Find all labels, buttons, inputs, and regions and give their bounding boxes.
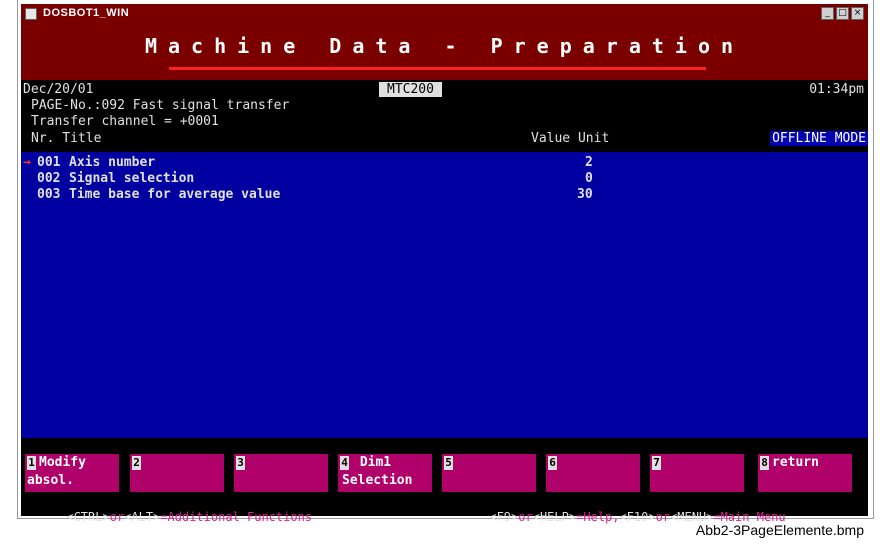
alt-key: <ALT>	[124, 510, 161, 524]
row-nr: 001	[37, 155, 61, 170]
fkey-number: 7	[652, 456, 661, 470]
fkey-number: 2	[132, 456, 141, 470]
info-panel: Dec/20/01 MTC200 01:34pm PAGE-No.:092 Fa…	[21, 80, 868, 152]
column-value-unit: Value Unit	[531, 131, 610, 146]
row-value: 2	[585, 155, 593, 170]
row-nr: 003	[37, 187, 61, 202]
title-underline	[169, 67, 706, 70]
selection-arrow-icon: →	[23, 155, 31, 170]
fkey-1-modify-absol[interactable]: 1 Modify absol.	[25, 454, 119, 492]
date-text: Dec/20/01	[23, 82, 94, 97]
fkey-label: return	[772, 455, 819, 470]
page-text: PAGE-No.:092 Fast signal transfer	[31, 98, 290, 113]
time-text: 01:34pm	[809, 82, 864, 97]
fkey-number: 6	[548, 456, 557, 470]
channel-text: Transfer channel = +0001	[31, 114, 219, 129]
fkey-2[interactable]: 2	[130, 454, 224, 492]
ctrl-key: <CTRL>	[66, 510, 110, 524]
minimize-button[interactable]: _	[821, 7, 834, 20]
row-title: Axis number	[69, 155, 156, 170]
screen-header: Machine Data - Preparation	[21, 24, 868, 80]
or-text: or	[518, 510, 533, 524]
close-button[interactable]: ×	[851, 7, 864, 20]
f10-key: <F10>	[619, 510, 656, 524]
column-nr-title: Nr. Title	[31, 131, 102, 146]
fkey-3[interactable]: 3	[234, 454, 328, 492]
window-controls: _ □ ×	[821, 7, 864, 20]
equals-text: =	[160, 510, 168, 524]
fkey-number: 1	[27, 456, 36, 470]
fkey-number: 8	[760, 456, 769, 470]
fkey-label-line2: absol.	[27, 473, 74, 488]
app-icon	[25, 8, 37, 20]
fkey-6[interactable]: 6	[546, 454, 640, 492]
fkey-5[interactable]: 5	[442, 454, 536, 492]
or-text: or	[655, 510, 671, 524]
fkey-8-return[interactable]: 8 return	[758, 454, 852, 492]
maximize-button[interactable]: □	[836, 7, 849, 20]
fkey-label-line2: Selection	[342, 473, 413, 488]
row-nr: 002	[37, 171, 61, 186]
table-row[interactable]: → 001 Axis number 2	[21, 155, 868, 171]
help-key: <HELP>	[532, 510, 577, 524]
window-titlebar: DOSBOT1_WIN _ □ ×	[21, 4, 868, 24]
fkey-4-dim1-selection[interactable]: 4 Dim1 Selection	[338, 454, 432, 492]
row-value: 0	[585, 171, 593, 186]
table-row[interactable]: 002 Signal selection 0	[21, 171, 868, 187]
table-row[interactable]: 003 Time base for average value 30	[21, 187, 868, 203]
fkey-7[interactable]: 7	[650, 454, 744, 492]
status-line: <CTRL>or<ALT>=Additional Functions <F9>o…	[21, 492, 868, 524]
model-badge: MTC200	[379, 82, 442, 97]
screen-title: Machine Data - Preparation	[144, 34, 745, 58]
row-title: Time base for average value	[69, 187, 281, 202]
or-text: or	[109, 510, 125, 524]
fkey-number: 3	[236, 456, 245, 470]
fkey-label: Dim1	[352, 455, 392, 470]
f9-key: <F9>	[489, 510, 519, 524]
figure-caption: Abb2-3PageElemente.bmp	[695, 522, 864, 538]
additional-functions-text: Additional Functions	[167, 510, 313, 524]
offline-mode-badge: OFFLINE MODE	[770, 131, 868, 146]
fkey-number: 4	[340, 456, 349, 470]
parameter-list: → 001 Axis number 2 002 Signal selection…	[21, 152, 868, 438]
function-key-bar: 1 Modify absol. 2 3 4 Dim1 Selection 5 6…	[21, 454, 868, 492]
window-title: DOSBOT1_WIN	[43, 7, 130, 19]
fkey-label: Modify	[39, 455, 86, 470]
terminal-window: DOSBOT1_WIN _ □ × Machine Data - Prepara…	[21, 4, 868, 524]
row-title: Signal selection	[69, 171, 195, 186]
help-text: Help,	[583, 510, 620, 524]
row-value: 30	[577, 187, 593, 202]
fkey-number: 5	[444, 456, 453, 470]
